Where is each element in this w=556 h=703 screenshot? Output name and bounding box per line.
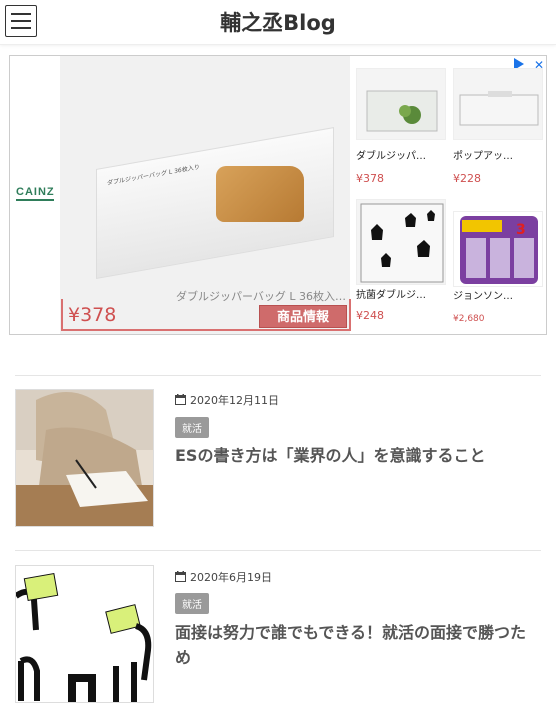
article-title[interactable]: 面接は努力で誰でもできる！就活の面接で勝つため xyxy=(175,620,530,670)
product-name: ダブルジッパ… xyxy=(356,151,426,162)
product-image xyxy=(356,68,446,140)
product-price: ¥248 xyxy=(356,309,384,322)
category-badge[interactable]: 就活 xyxy=(175,417,209,438)
ad-main-product[interactable]: ダブルジッパーバッグ L 36枚入り ダブルジッパーバッグ L 36枚入… xyxy=(60,56,350,334)
calendar-icon xyxy=(175,394,186,405)
product-image xyxy=(356,199,446,285)
article-thumbnail[interactable] xyxy=(15,389,154,527)
zipper-bag-image xyxy=(366,90,438,132)
interview-illustration-image xyxy=(16,566,153,702)
article-title[interactable]: ESの書き方は「業界の人」を意識すること xyxy=(175,443,530,468)
divider xyxy=(15,375,541,376)
svg-text:3: 3 xyxy=(516,222,526,238)
category-badge[interactable]: 就活 xyxy=(175,593,209,614)
ad-product-item[interactable]: ダブルジッパ… ¥378 xyxy=(356,68,446,185)
popup-box-image xyxy=(459,91,539,126)
product-info-button[interactable]: 商品情報 xyxy=(259,305,347,328)
ad-product-item[interactable]: 3 ジョンソン… ¥2,680 xyxy=(453,211,543,324)
product-image xyxy=(453,68,543,140)
product-price: ¥378 xyxy=(356,172,384,185)
article-thumbnail[interactable] xyxy=(15,565,154,703)
cat-print-bag-image xyxy=(360,203,444,283)
writing-person-image xyxy=(16,390,153,526)
divider xyxy=(15,550,541,551)
product-name: ジョンソン… xyxy=(453,291,513,302)
product-name: 抗菌ダブルジ… xyxy=(356,290,426,301)
calendar-icon xyxy=(175,571,186,582)
site-title[interactable]: 輔之丞Blog xyxy=(0,7,556,37)
johnson-pack-image: 3 xyxy=(460,216,538,284)
ad-product-item[interactable]: 抗菌ダブルジ… ¥248 xyxy=(356,199,446,322)
site-header: 輔之丞Blog xyxy=(0,0,556,45)
ad-main-price: ¥378 xyxy=(68,304,117,326)
sandwich-image xyxy=(216,166,304,222)
product-name: ポップアッ… xyxy=(453,151,513,162)
cainz-logo[interactable]: CAINZ xyxy=(16,186,55,201)
product-price: ¥228 xyxy=(453,172,481,185)
product-image: 3 xyxy=(453,211,543,287)
product-price: ¥2,680 xyxy=(453,314,485,324)
post-date: 2020年6月19日 xyxy=(175,569,272,585)
ad-product-item[interactable]: ポップアッ… ¥228 xyxy=(453,68,543,185)
post-date: 2020年12月11日 xyxy=(175,392,279,408)
advertisement-banner[interactable]: CAINZ ダブルジッパーバッグ L 36枚入り ダブルジッパーバッグ L 36… xyxy=(9,55,547,335)
